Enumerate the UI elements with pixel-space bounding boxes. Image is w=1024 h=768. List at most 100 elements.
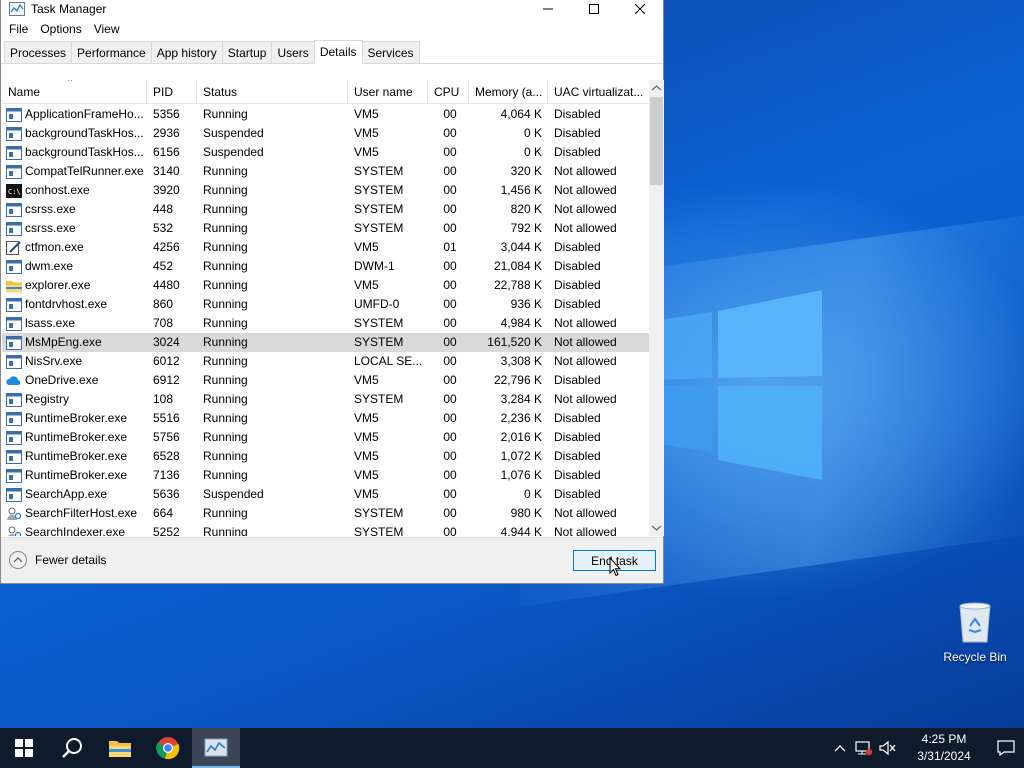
status-cell: Running — [203, 278, 248, 292]
tab-processes[interactable]: Processes — [4, 41, 73, 63]
process-name-cell: ctfmon.exe — [6, 238, 146, 257]
user-name-cell: SYSTEM — [354, 506, 404, 520]
volume-button[interactable] — [876, 728, 900, 768]
menu-file[interactable]: File — [3, 22, 34, 36]
table-row[interactable]: ApplicationFrameHo... 5356 Running VM5 00 4,0… — [2, 105, 649, 124]
app-window-icon — [6, 487, 22, 502]
memory-cell: 320 K — [510, 164, 542, 178]
tab-strip: Processes Performance App history Startu… — [1, 40, 663, 64]
table-row[interactable]: csrss.exe 532 Running SYSTEM 00 792 K Not allo… — [2, 219, 649, 238]
user-name-cell: VM5 — [354, 468, 379, 482]
cpu-cell: 00 — [443, 449, 457, 463]
maximize-button[interactable] — [571, 0, 617, 18]
process-name-cell: backgroundTaskHos... — [6, 143, 146, 162]
scroll-up-button[interactable] — [649, 80, 664, 96]
chevron-up-icon — [652, 85, 661, 91]
app-window-icon — [6, 164, 22, 179]
pid-cell: 664 — [153, 506, 174, 520]
table-row[interactable]: lsass.exe 708 Running SYSTEM 00 4,984 K Not al… — [2, 314, 649, 333]
process-name-cell: SearchApp.exe — [6, 485, 146, 504]
tab-performance[interactable]: Performance — [71, 41, 152, 63]
process-name-label: backgroundTaskHos... — [25, 145, 144, 159]
task-manager-taskbar-button[interactable] — [192, 728, 240, 768]
console-icon: C:\ — [6, 183, 22, 198]
table-row[interactable]: NisSrv.exe 6012 Running LOCAL SE... 00 3,308 … — [2, 352, 649, 371]
cpu-cell: 00 — [443, 145, 457, 159]
search-button[interactable] — [48, 728, 96, 768]
uac-cell: Not allowed — [554, 183, 617, 197]
start-button[interactable] — [0, 728, 48, 768]
tab-details[interactable]: Details — [313, 40, 363, 64]
table-row[interactable]: RuntimeBroker.exe 7136 Running VM5 00 1,076 K… — [2, 466, 649, 485]
column-user-name[interactable]: User name — [348, 80, 428, 104]
title-bar[interactable]: Task Manager — [1, 0, 663, 18]
table-row[interactable]: backgroundTaskHos... 6156 Suspended VM5 00 0 … — [2, 143, 649, 162]
process-name-label: RuntimeBroker.exe — [25, 449, 128, 463]
column-cpu[interactable]: CPU — [428, 80, 469, 104]
process-name-cell: lsass.exe — [6, 314, 146, 333]
pid-cell: 3140 — [153, 164, 180, 178]
memory-cell: 21,084 K — [493, 259, 542, 273]
table-row[interactable]: dwm.exe 452 Running DWM-1 00 21,084 K Disabled — [2, 257, 649, 276]
memory-cell: 0 K — [523, 487, 542, 501]
scroll-thumb[interactable] — [650, 97, 663, 185]
show-hidden-icons-button[interactable] — [828, 728, 852, 768]
cpu-cell: 00 — [443, 506, 457, 520]
tab-startup[interactable]: Startup — [221, 41, 273, 63]
table-row[interactable]: RuntimeBroker.exe 5756 Running VM5 00 2,016 K… — [2, 428, 649, 447]
process-name-cell: RuntimeBroker.exe — [6, 428, 146, 447]
tab-services[interactable]: Services — [361, 41, 420, 63]
table-row[interactable]: SearchFilterHost.exe 664 Running SYSTEM 00 98… — [2, 504, 649, 523]
app-window-icon — [6, 259, 22, 274]
table-row[interactable]: fontdrvhost.exe 860 Running UMFD-0 00 936 K Di… — [2, 295, 649, 314]
user-name-cell: VM5 — [354, 107, 379, 121]
app-window-icon — [6, 316, 22, 331]
table-row[interactable]: ctfmon.exe 4256 Running VM5 01 3,044 K Disable… — [2, 238, 649, 257]
process-name-label: explorer.exe — [25, 278, 91, 292]
uac-cell: Disabled — [554, 468, 601, 482]
network-button[interactable] — [852, 728, 876, 768]
fewer-details-button[interactable]: Fewer details — [9, 551, 106, 569]
table-row[interactable]: backgroundTaskHos... 2936 Suspended VM5 00 0 … — [2, 124, 649, 143]
network-disconnected-icon — [855, 741, 873, 756]
column-name[interactable]: Name ^ — [2, 80, 147, 104]
column-pid[interactable]: PID — [147, 80, 197, 104]
details-table: Name ^ PID Status User name CPU Memory (… — [2, 80, 649, 536]
chevron-up-circle-icon — [9, 551, 27, 569]
process-name-label: lsass.exe — [25, 316, 76, 330]
table-row[interactable]: explorer.exe 4480 Running VM5 00 22,788 K Disa… — [2, 276, 649, 295]
menu-view[interactable]: View — [88, 22, 126, 36]
table-row[interactable]: CompatTelRunner.exe 3140 Running SYSTEM 00 32… — [2, 162, 649, 181]
clock[interactable]: 4:25 PM 3/31/2024 — [906, 731, 982, 765]
vertical-scrollbar[interactable] — [649, 80, 664, 536]
search-icon — [62, 738, 82, 758]
table-row[interactable]: C:\ conhost.exe 3920 Running SYSTEM 00 1,456 K… — [2, 181, 649, 200]
table-row[interactable]: OneDrive.exe 6912 Running VM5 00 22,796 K Disa… — [2, 371, 649, 390]
table-row[interactable]: SearchIndexer.exe 5252 Running SYSTEM 00 4,94… — [2, 523, 649, 536]
process-name-label: SearchFilterHost.exe — [25, 506, 138, 520]
memory-cell: 161,520 K — [487, 335, 542, 349]
action-center-button[interactable] — [988, 728, 1024, 768]
menu-options[interactable]: Options — [34, 22, 87, 36]
column-memory[interactable]: Memory (a... — [469, 80, 548, 104]
table-row[interactable]: SearchApp.exe 5636 Suspended VM5 00 0 K Disabl… — [2, 485, 649, 504]
table-row[interactable]: RuntimeBroker.exe 6528 Running VM5 00 1,072 K… — [2, 447, 649, 466]
column-status[interactable]: Status — [197, 80, 348, 104]
table-row[interactable]: MsMpEng.exe 3024 Running SYSTEM 00 161,520 K N… — [2, 333, 649, 352]
tab-app-history[interactable]: App history — [150, 41, 223, 63]
minimize-button[interactable] — [525, 0, 571, 18]
cpu-cell: 00 — [443, 297, 457, 311]
recycle-bin-shortcut[interactable]: Recycle Bin — [938, 600, 1012, 664]
close-button[interactable] — [617, 0, 663, 18]
file-explorer-button[interactable] — [96, 728, 144, 768]
sort-indicator-icon: ^ — [68, 80, 73, 86]
column-uac[interactable]: UAC virtualizat... — [548, 80, 649, 104]
table-row[interactable]: csrss.exe 448 Running SYSTEM 00 820 K Not allo… — [2, 200, 649, 219]
tab-users[interactable]: Users — [271, 41, 315, 63]
scroll-down-button[interactable] — [649, 520, 664, 536]
process-name-cell: Registry — [6, 390, 146, 409]
table-row[interactable]: Registry 108 Running SYSTEM 00 3,284 K Not all… — [2, 390, 649, 409]
chrome-button[interactable] — [144, 728, 192, 768]
chrome-icon — [156, 737, 180, 760]
table-row[interactable]: RuntimeBroker.exe 5516 Running VM5 00 2,236 K… — [2, 409, 649, 428]
